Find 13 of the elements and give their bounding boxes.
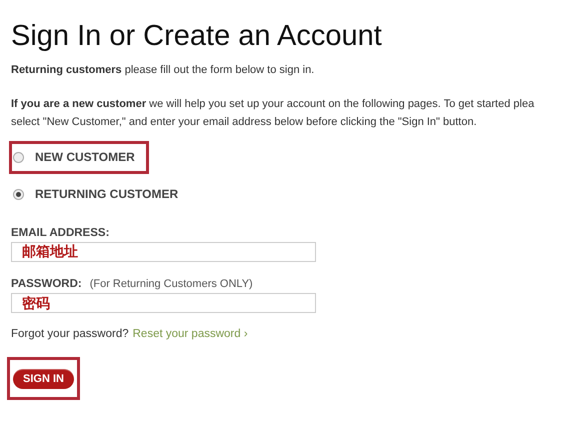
field-note: (For Returning Customers ONLY): [90, 276, 253, 292]
input-field[interactable]: 邮箱地址: [11, 242, 316, 262]
info-text: select "New Customer," and enter your email address below before clicking the "Sign In" button.: [11, 114, 477, 130]
field-label: EMAIL ADDRESS:: [11, 226, 110, 240]
input-field[interactable]: 密码: [11, 293, 316, 313]
radio-label: NEW CUSTOMER: [35, 149, 135, 166]
radio-label: RETURNING CUSTOMER: [35, 186, 178, 203]
field-label: PASSWORD:: [11, 276, 82, 292]
forgot-text: Forgot your password?: [11, 327, 129, 342]
intro-text: Returning customers please fill out the form below to sign in.: [11, 63, 314, 78]
page-title: Sign In or Create an Account: [11, 19, 382, 54]
sign-in-button[interactable]: SIGN IN: [13, 368, 74, 389]
info-text: If you are a new customer we will help you set up your account on the following pages. To get started plea: [11, 96, 534, 112]
